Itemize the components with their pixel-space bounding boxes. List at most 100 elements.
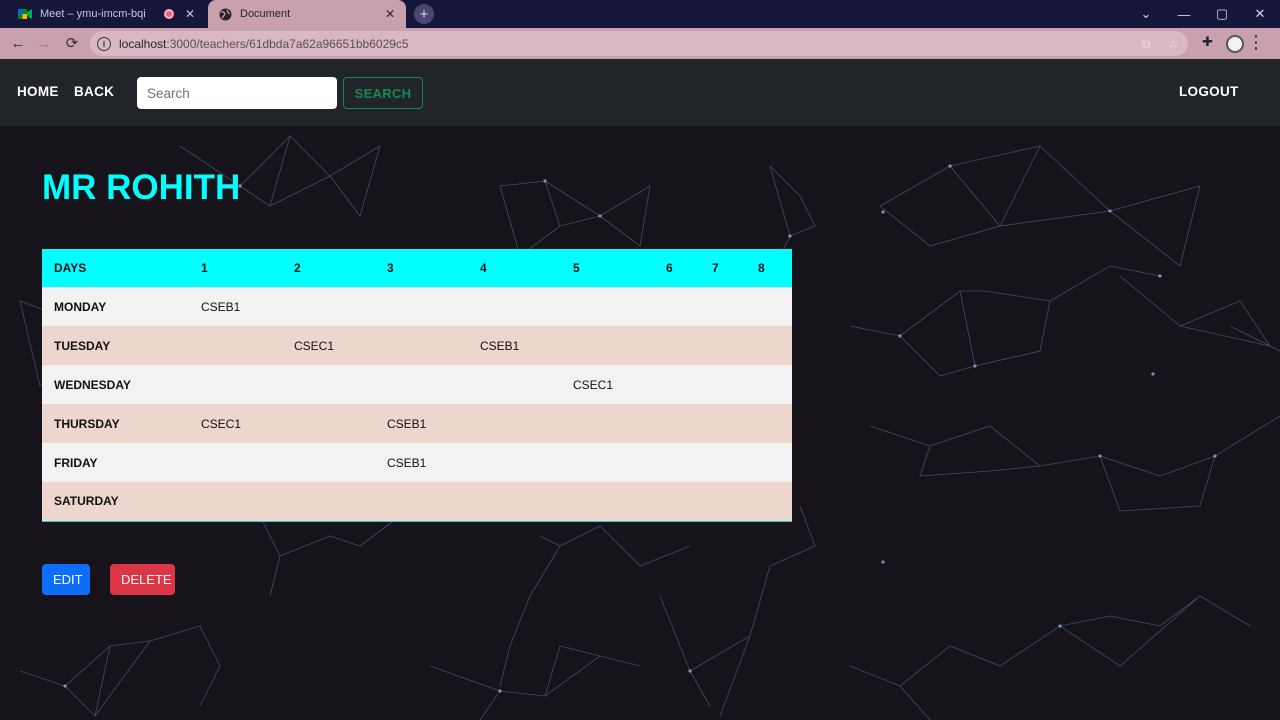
period-cell xyxy=(282,365,375,404)
tab-title: Meet – ymu-imcm-bqi xyxy=(40,8,146,20)
browser-tab-document[interactable]: Document ✕ xyxy=(208,0,406,28)
day-cell: WEDNESDAY xyxy=(54,377,131,392)
header-period-7: 7 xyxy=(712,261,719,275)
table-row: WEDNESDAY CSEC1 xyxy=(42,365,792,404)
table-row: MONDAY CSEB1 xyxy=(42,287,792,326)
period-cell: CSEB1 xyxy=(387,455,427,470)
period-cell xyxy=(700,365,746,404)
nav-home-link[interactable]: HOME xyxy=(17,84,59,99)
period-cell xyxy=(189,443,282,482)
period-cell xyxy=(654,287,700,326)
tab-title: Document xyxy=(240,8,291,20)
period-cell xyxy=(746,326,792,365)
period-cell xyxy=(468,443,561,482)
close-window-icon[interactable]: ✕ xyxy=(1241,0,1279,28)
day-cell: SATURDAY xyxy=(54,494,119,509)
period-cell xyxy=(561,482,654,521)
period-cell xyxy=(700,326,746,365)
address-bar[interactable]: i localhost:3000/teachers/61dbda7a62a966… xyxy=(90,31,1188,56)
search-input[interactable] xyxy=(137,77,337,109)
period-cell xyxy=(468,482,561,521)
period-cell xyxy=(700,404,746,443)
bookmark-star-icon[interactable]: ☆ xyxy=(1168,37,1179,51)
meet-icon xyxy=(18,7,32,21)
url-text[interactable]: localhost:3000/teachers/61dbda7a62a96651… xyxy=(119,37,409,51)
period-cell xyxy=(189,365,282,404)
timetable: DAYS 1 2 3 4 5 6 7 8 MONDAY CSEB1 TUESDA… xyxy=(42,249,792,522)
period-cell xyxy=(375,287,468,326)
period-cell: CSEC1 xyxy=(573,377,614,392)
period-cell xyxy=(561,326,654,365)
period-cell: CSEC1 xyxy=(294,338,335,353)
period-cell xyxy=(468,404,561,443)
globe-icon xyxy=(218,7,232,21)
browser-menu-icon[interactable]: · · · xyxy=(1254,29,1259,55)
timetable-header-row: DAYS 1 2 3 4 5 6 7 8 xyxy=(42,249,792,287)
header-period-3: 3 xyxy=(387,261,394,275)
header-period-4: 4 xyxy=(480,261,487,275)
reload-icon[interactable]: ⟳ xyxy=(60,31,84,55)
period-cell xyxy=(468,287,561,326)
table-row: THURSDAY CSEC1 CSEB1 xyxy=(42,404,792,443)
recording-icon xyxy=(164,9,174,19)
period-cell xyxy=(746,482,792,521)
site-info-icon[interactable]: i xyxy=(97,36,111,51)
maximize-icon[interactable]: ▢ xyxy=(1203,0,1241,28)
day-cell: FRIDAY xyxy=(54,455,98,470)
browser-tab-meet[interactable]: Meet – ymu-imcm-bqi ✕ xyxy=(8,0,206,28)
period-cell xyxy=(700,443,746,482)
period-cell: CSEB1 xyxy=(387,416,427,431)
period-cell: CSEB1 xyxy=(201,299,241,314)
logout-link[interactable]: LOGOUT xyxy=(1179,84,1239,99)
close-tab-icon[interactable]: ✕ xyxy=(182,7,198,21)
close-tab-icon[interactable]: ✕ xyxy=(382,7,398,21)
minimize-icon[interactable]: — xyxy=(1165,0,1203,28)
extensions-puzzle-icon[interactable]: ✚ xyxy=(1202,34,1213,50)
period-cell xyxy=(700,287,746,326)
period-cell xyxy=(282,287,375,326)
day-cell: THURSDAY xyxy=(54,416,120,431)
period-cell xyxy=(654,482,700,521)
period-cell xyxy=(282,404,375,443)
day-cell: TUESDAY xyxy=(54,338,111,353)
share-icon[interactable]: ⧉ xyxy=(1142,37,1151,52)
period-cell xyxy=(746,443,792,482)
browser-tabstrip: Meet – ymu-imcm-bqi ✕ Document ✕ + ⌄ — ▢… xyxy=(0,0,1280,28)
period-cell xyxy=(654,443,700,482)
header-period-5: 5 xyxy=(573,261,580,275)
period-cell xyxy=(746,287,792,326)
period-cell xyxy=(561,443,654,482)
browser-toolbar: ← → ⟳ i localhost:3000/teachers/61dbda7a… xyxy=(0,28,1280,59)
header-period-1: 1 xyxy=(201,261,208,275)
table-row: TUESDAY CSEC1 CSEB1 xyxy=(42,326,792,365)
nav-back-link[interactable]: BACK xyxy=(74,84,114,99)
back-arrow-icon[interactable]: ← xyxy=(6,31,30,55)
period-cell xyxy=(282,482,375,521)
period-cell xyxy=(561,404,654,443)
period-cell xyxy=(654,404,700,443)
header-period-2: 2 xyxy=(294,261,301,275)
period-cell xyxy=(282,443,375,482)
period-cell xyxy=(746,365,792,404)
header-period-6: 6 xyxy=(666,261,673,275)
teacher-name-heading: MR ROHITH xyxy=(42,168,241,207)
day-cell: MONDAY xyxy=(54,299,107,314)
edit-button[interactable]: EDIT xyxy=(42,564,90,595)
period-cell xyxy=(189,482,282,521)
profile-avatar[interactable] xyxy=(1226,35,1244,53)
search-button[interactable]: SEARCH xyxy=(343,77,423,109)
header-days: DAYS xyxy=(54,261,87,275)
forward-arrow-icon[interactable]: → xyxy=(32,31,56,55)
new-tab-icon[interactable]: + xyxy=(414,4,434,24)
site-navbar: HOME BACK SEARCH LOGOUT xyxy=(0,59,1280,126)
tab-search-chevron-icon[interactable]: ⌄ xyxy=(1127,0,1165,28)
period-cell xyxy=(375,482,468,521)
delete-button[interactable]: DELETE xyxy=(110,564,175,595)
header-period-8: 8 xyxy=(758,261,765,275)
table-row: FRIDAY CSEB1 xyxy=(42,443,792,482)
period-cell xyxy=(189,326,282,365)
period-cell xyxy=(700,482,746,521)
table-row: SATURDAY xyxy=(42,482,792,521)
period-cell xyxy=(654,326,700,365)
period-cell xyxy=(468,365,561,404)
